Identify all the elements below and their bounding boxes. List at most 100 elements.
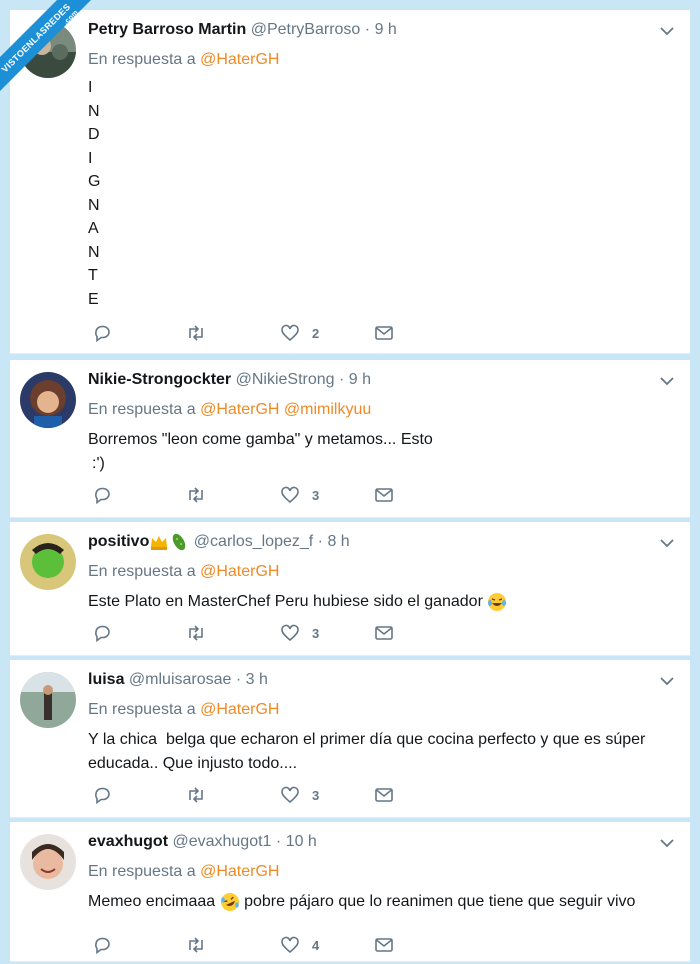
envelope-icon: [375, 326, 393, 340]
like-count: 2: [312, 325, 320, 341]
reply-context: En respuesta a @HaterGH: [88, 862, 676, 882]
like-count: 3: [312, 487, 320, 503]
reply-button[interactable]: [92, 622, 112, 644]
reply-prefix: En respuesta a: [88, 51, 196, 68]
tweet-5[interactable]: evaxhugot @evaxhugot1 · 10 h En respuest…: [10, 822, 690, 962]
separator-dot: ·: [275, 833, 282, 850]
message-button[interactable]: [374, 484, 394, 506]
chevron-down-icon[interactable]: [658, 534, 676, 552]
reply-icon: [95, 937, 110, 955]
tweet-text: Este Plato en MasterChef Peru hubiese si…: [88, 590, 676, 614]
retweet-button[interactable]: [186, 322, 206, 344]
tweet-header: Petry Barroso Martin @PetryBarroso · 9 h: [88, 20, 676, 40]
chevron-down-icon[interactable]: [658, 672, 676, 690]
user-handle[interactable]: @NikieStrong: [236, 371, 335, 388]
retweet-icon: [189, 787, 203, 803]
tweet-4[interactable]: luisa @mluisarosae · 3 h En respuesta a …: [10, 660, 690, 818]
envelope-icon: [375, 626, 393, 640]
user-name[interactable]: Petry Barroso Martin: [88, 21, 246, 38]
avatar-image-icon: [20, 534, 76, 590]
mention-link[interactable]: @mimilkyuu: [284, 401, 371, 418]
user-handle[interactable]: @evaxhugot1: [172, 833, 271, 850]
tweet-2[interactable]: Nikie-Strongockter @NikieStrong · 9 h En…: [10, 360, 690, 518]
avatar[interactable]: [20, 372, 76, 428]
avatar[interactable]: [20, 534, 76, 590]
chevron-down-icon[interactable]: [658, 372, 676, 390]
heart-icon: [281, 624, 299, 642]
chevron-down-icon[interactable]: [658, 834, 676, 852]
retweet-button[interactable]: [186, 484, 206, 506]
reply-icon: [95, 325, 110, 343]
message-button[interactable]: [374, 322, 394, 344]
tweet-actions: 3: [88, 784, 393, 806]
tweet-3[interactable]: positivo @carlos_lopez_f · 8 h En respue…: [10, 522, 690, 656]
like-button[interactable]: 4: [280, 934, 319, 956]
user-name[interactable]: evaxhugot: [88, 833, 168, 850]
retweet-button[interactable]: [186, 934, 206, 956]
chevron-down-icon[interactable]: [658, 22, 676, 40]
message-button[interactable]: [374, 784, 394, 806]
message-button[interactable]: [374, 622, 394, 644]
heart-icon: [281, 936, 299, 954]
separator-dot: ·: [364, 21, 371, 38]
retweet-button[interactable]: [186, 622, 206, 644]
avatar[interactable]: [20, 672, 76, 728]
letter: A: [88, 220, 99, 237]
avatar[interactable]: [20, 834, 76, 890]
cucumber-icon: [173, 533, 186, 551]
like-button[interactable]: 3: [280, 622, 319, 644]
laughing-tears-emoji-icon: [488, 592, 507, 611]
mention-link[interactable]: @HaterGH: [200, 863, 279, 880]
like-count: 3: [312, 625, 320, 641]
letter: I: [88, 79, 93, 96]
text-line: Y la chica belga que echaron el primer d…: [88, 731, 646, 748]
retweet-button[interactable]: [186, 784, 206, 806]
tweet-text: Memeo encimaaa pobre pájaro que lo reani…: [88, 890, 676, 914]
retweet-icon: [189, 325, 203, 341]
message-button[interactable]: [374, 934, 394, 956]
avatar-image-icon: [20, 672, 76, 728]
like-button[interactable]: 2: [280, 322, 319, 344]
user-handle[interactable]: @PetryBarroso: [251, 21, 361, 38]
letter: I: [88, 149, 93, 167]
retweet-icon: [189, 487, 203, 503]
letter: D: [88, 126, 100, 143]
tweet-time[interactable]: 9 h: [349, 371, 371, 388]
reply-icon: [95, 625, 110, 643]
user-handle[interactable]: @carlos_lopez_f: [194, 533, 313, 550]
reply-button[interactable]: [92, 484, 112, 506]
user-name[interactable]: Nikie-Strongockter: [88, 371, 231, 388]
envelope-icon: [375, 788, 393, 802]
tweet-time[interactable]: 3 h: [246, 671, 268, 688]
like-button[interactable]: 3: [280, 484, 319, 506]
mention-link[interactable]: @HaterGH: [200, 51, 279, 68]
tweet-header: evaxhugot @evaxhugot1 · 10 h: [88, 832, 676, 852]
tweet-header: Nikie-Strongockter @NikieStrong · 9 h: [88, 370, 676, 390]
text-segment: pobre pájaro que lo reanimen que tiene q…: [244, 893, 636, 910]
retweet-icon: [189, 625, 203, 641]
like-button[interactable]: 3: [280, 784, 319, 806]
reply-button[interactable]: [92, 934, 112, 956]
user-name[interactable]: positivo: [88, 533, 149, 550]
tweet-time[interactable]: 9 h: [375, 21, 397, 38]
tweet-1[interactable]: Petry Barroso Martin @PetryBarroso · 9 h…: [10, 10, 690, 354]
tweet-actions: 4: [88, 934, 393, 956]
mention-link[interactable]: @HaterGH: [200, 563, 279, 580]
heart-icon: [281, 786, 299, 804]
tweet-time[interactable]: 8 h: [327, 533, 349, 550]
user-name[interactable]: luisa: [88, 671, 124, 688]
tweet-actions: 2: [88, 322, 393, 344]
reply-button[interactable]: [92, 322, 112, 344]
tweet-time[interactable]: 10 h: [286, 833, 317, 850]
mention-link[interactable]: @HaterGH: [200, 401, 279, 418]
letter: N: [88, 243, 100, 261]
tweet-text: I N D I G N A N T E: [88, 76, 676, 311]
mention-link[interactable]: @HaterGH: [200, 701, 279, 718]
reply-icon: [95, 787, 110, 805]
reply-prefix: En respuesta a: [88, 863, 196, 880]
like-count: 4: [312, 937, 320, 953]
letter: T: [88, 267, 98, 284]
letter: N: [88, 196, 100, 214]
reply-button[interactable]: [92, 784, 112, 806]
user-handle[interactable]: @mluisarosae: [129, 671, 232, 688]
